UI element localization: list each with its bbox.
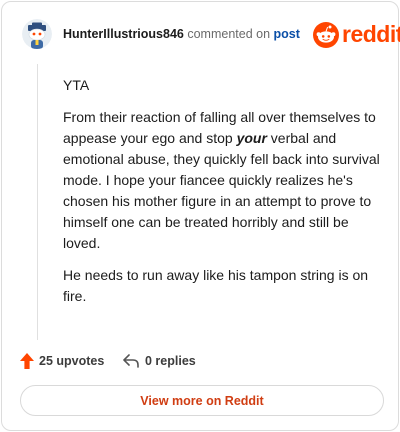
comment-paragraph-1: From their reaction of falling all over … — [63, 107, 381, 254]
comment-header: HunterIllustrious846 commented on post r… — [2, 2, 400, 66]
view-more-button[interactable]: View more on Reddit — [20, 385, 384, 416]
p1-after: verbal and emotional abuse, they quickly… — [63, 130, 380, 251]
reply-arrow-icon — [123, 354, 139, 368]
comment-body: YTA From their reaction of falling all o… — [63, 75, 381, 318]
action-text: commented on — [187, 27, 271, 41]
replies-button[interactable]: 0 replies — [123, 350, 196, 372]
comment-paragraph-2: He needs to run away like his tampon str… — [63, 267, 369, 304]
p1-emphasis: your — [236, 130, 267, 146]
upvotes-button[interactable]: 25 upvotes — [20, 350, 104, 372]
reddit-wordmark: reddit — [342, 21, 400, 47]
comment-opener: YTA — [63, 77, 90, 93]
post-link[interactable]: post — [274, 27, 300, 41]
replies-count: 0 replies — [145, 354, 196, 368]
author-name[interactable]: HunterIllustrious846 — [63, 27, 184, 41]
reddit-snoo-icon — [313, 22, 339, 48]
thread-line — [37, 64, 38, 340]
upvote-arrow-icon — [20, 353, 34, 369]
comment-meta: HunterIllustrious846 commented on post — [63, 27, 300, 41]
comment-footer: 25 upvotes 0 replies — [20, 350, 384, 372]
reddit-comment-embed: HunterIllustrious846 commented on post r… — [1, 1, 400, 431]
upvotes-count: 25 upvotes — [39, 354, 105, 368]
snoo-avatar-icon[interactable] — [22, 19, 52, 49]
